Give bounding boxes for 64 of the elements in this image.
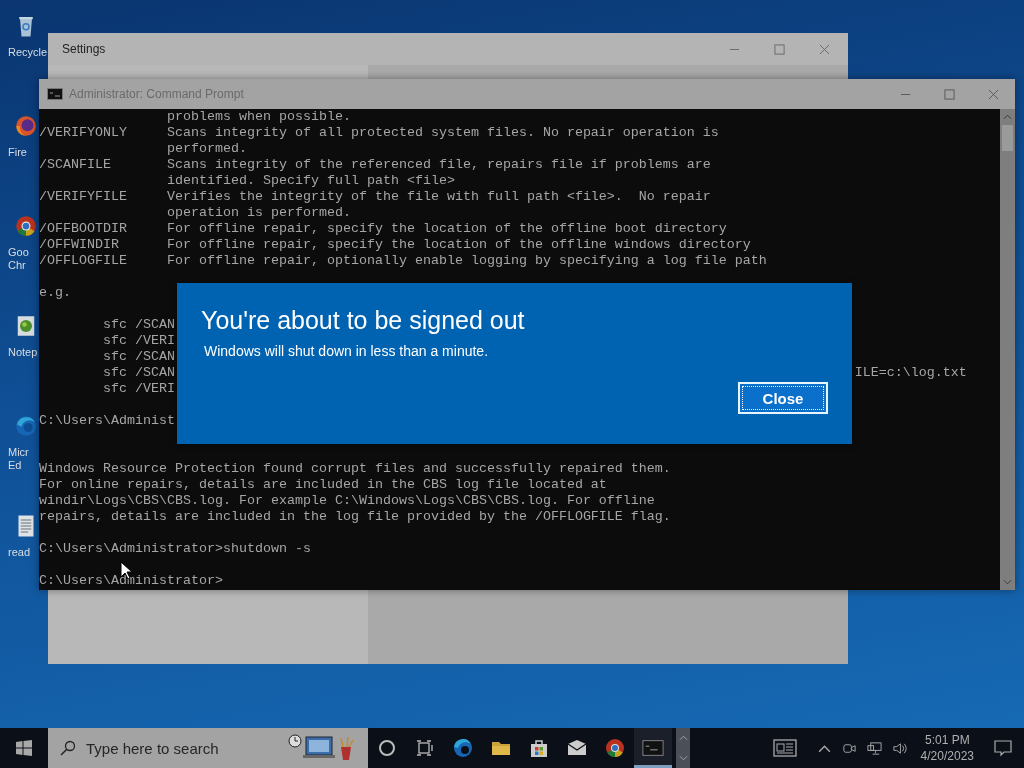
windows-start-icon[interactable] — [16, 740, 32, 756]
terminal-icon — [47, 88, 63, 100]
speaker-icon[interactable] — [891, 740, 907, 756]
console-line: /VERIFYONLY Scans integrity of all protected system files. No repair operation is — [39, 125, 719, 140]
console-line: Windows Resource Protection found corrupt files and successfully repaired them. — [39, 461, 671, 476]
search-field[interactable]: Type here to search — [86, 739, 276, 757]
console-line: problems when possible. — [165, 109, 351, 124]
desktop-icon-label: Fire — [7, 146, 27, 159]
shopping-bag-icon — [528, 738, 550, 758]
scrollbar-thumb[interactable] — [1002, 125, 1013, 151]
network-icon[interactable] — [866, 740, 882, 756]
close-button[interactable]: Close — [738, 382, 828, 414]
taskbar-app[interactable] — [634, 728, 672, 768]
console-line: performed. — [165, 141, 247, 156]
desktop-icon-label: Goo — [7, 246, 29, 259]
console-line: /VERIFYFILE Verifies the integrity of the file with full path <file>. No repair — [39, 189, 711, 204]
terminal-icon — [642, 738, 664, 758]
clock-date: 4/20/2023 — [920, 748, 974, 764]
console-line: ILE=c:\log.txt — [854, 365, 967, 381]
desktop-icon-label: Recycle — [7, 46, 48, 59]
desktop-icon-label: Chr — [7, 259, 26, 272]
console-line: C:\Users\Administrator>shutdown -s — [39, 541, 311, 556]
notification-icon[interactable] — [994, 739, 1012, 757]
desktop-icon-label: Ed — [7, 459, 22, 472]
desktop-icon-label: Notep — [7, 346, 38, 359]
console-line: sfc /SCAN — [102, 349, 175, 364]
chrome-icon[interactable] — [14, 214, 38, 238]
scrollbar[interactable] — [1000, 109, 1015, 590]
desktop-icon-label: Micr — [7, 446, 29, 459]
console-line: /OFFWINDIR For offline repair, specify the location of the offline windows directory — [39, 237, 751, 252]
window-title: Administrator: Command Prompt — [69, 87, 245, 101]
clock-time: 5:01 PM — [924, 732, 970, 748]
news-icon[interactable] — [772, 739, 797, 757]
close-icon[interactable] — [988, 88, 999, 100]
chrome-icon — [604, 738, 626, 758]
edge-icon — [452, 738, 474, 758]
clock[interactable]: 5:01 PM 4/20/2023 — [920, 732, 974, 764]
console-line: repairs, details are included in the log file provided by the /OFFLOGFILE flag. — [39, 509, 671, 524]
fox-globe-icon[interactable] — [14, 114, 38, 138]
desktop-icon-label: read — [7, 546, 31, 559]
console-line: /SCANFILE Scans integrity of the referenced file, repairs file if problems are — [39, 157, 711, 172]
console-line: identified. Specify full path <file> — [165, 173, 455, 188]
console-line: For online repairs, details are included in the CBS log file located at — [39, 477, 607, 492]
circle-icon — [376, 738, 398, 758]
console-line: C:\Users\Administ — [39, 413, 175, 428]
console-line: sfc /SCAN — [102, 317, 175, 332]
search-icon — [60, 740, 76, 756]
console-line: C:\Users\Administrator> — [39, 573, 223, 588]
console-line: sfc /VERI — [102, 333, 175, 348]
console-line: sfc /VERI — [102, 381, 175, 396]
close-icon[interactable] — [819, 43, 830, 55]
console-line: /OFFLOGFILE For offline repair, optionally enable logging by specifying a log file path — [39, 253, 767, 268]
edge-icon[interactable] — [14, 414, 38, 438]
search-bar[interactable]: Type here to search — [48, 728, 368, 768]
mail-icon — [566, 738, 588, 758]
task-view-icon — [414, 738, 436, 758]
window-title: Settings — [62, 42, 107, 56]
console-line: /OFFBOOTDIR For offline repair, specify the location of the offline boot directory — [39, 221, 727, 236]
dialog-message: Windows will shut down in less than a minute. — [204, 343, 489, 359]
console-line: e.g. — [39, 285, 71, 300]
console-line: windir\Logs\CBS\CBS.log. For example C:\Windows\Logs\CBS\CBS.log. For offline — [39, 493, 655, 508]
console-line: operation is performed. — [165, 205, 351, 220]
console-line: sfc /SCAN — [102, 365, 175, 380]
dialog-title: You're about to be signed out — [201, 305, 525, 335]
